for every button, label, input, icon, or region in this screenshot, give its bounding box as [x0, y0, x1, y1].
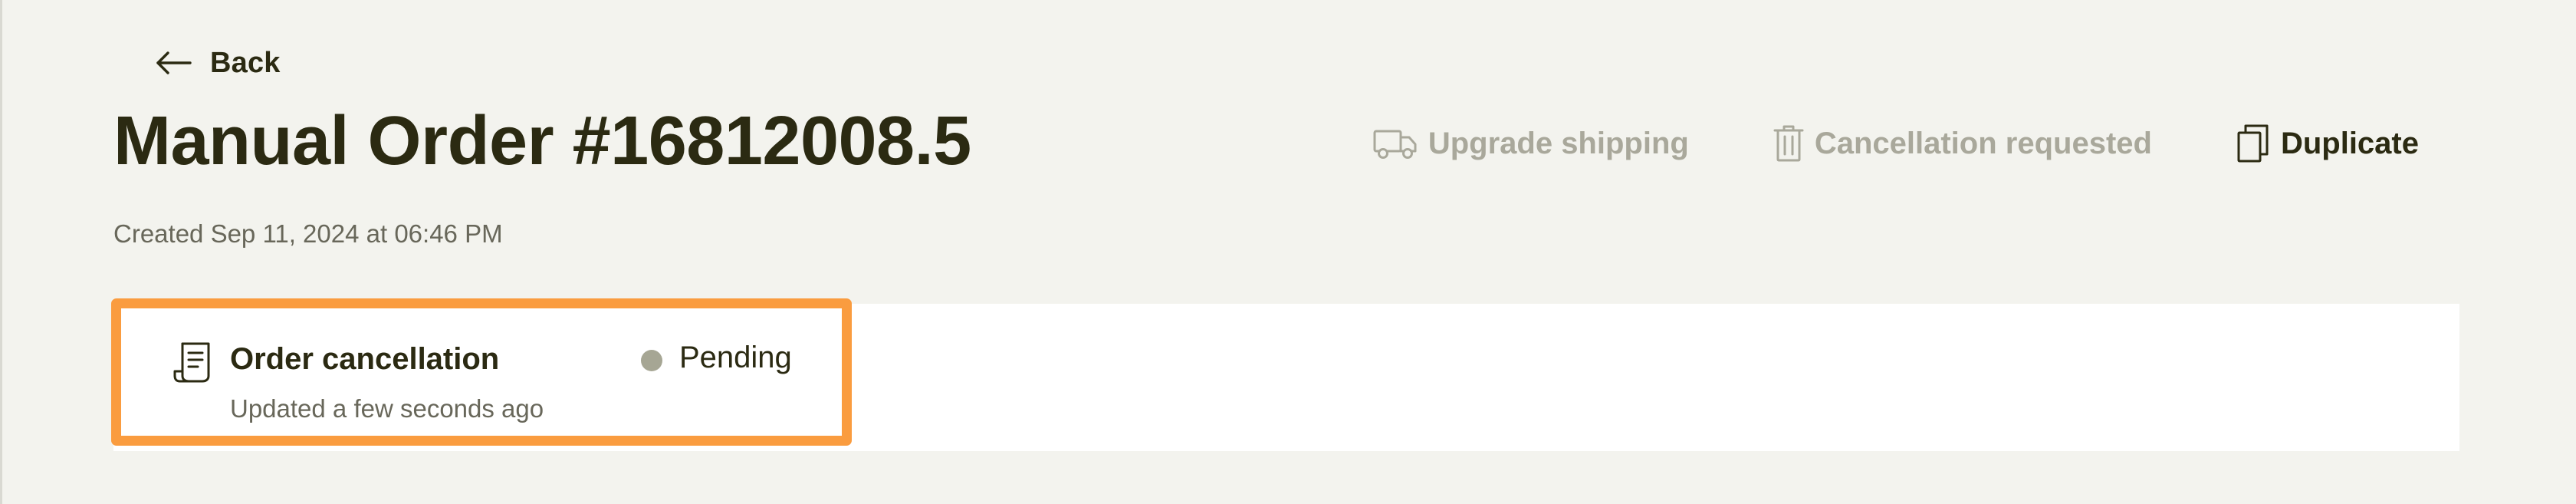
duplicate-label: Duplicate	[2280, 126, 2419, 160]
page-title: Manual Order #16812008.5	[113, 103, 971, 180]
status-badge: Pending	[641, 341, 792, 375]
truck-icon	[1373, 130, 1417, 159]
duplicate-button[interactable]: Duplicate	[2236, 124, 2419, 163]
upgrade-shipping-button[interactable]: Upgrade shipping	[1373, 127, 1689, 161]
created-timestamp: Created Sep 11, 2024 at 06:46 PM	[113, 219, 503, 248]
arrow-left-icon	[156, 51, 192, 74]
card-title: Order cancellation	[230, 342, 500, 376]
copy-icon	[2237, 124, 2269, 163]
back-button[interactable]: Back	[155, 43, 281, 83]
status-dot	[641, 349, 662, 371]
status-label: Pending	[679, 341, 792, 374]
order-cancellation-card[interactable]: Order cancellation Updated a few seconds…	[111, 298, 852, 446]
header-actions: Upgrade shipping Cancellation requested …	[1373, 117, 2419, 170]
cancellation-requested-label: Cancellation requested	[1814, 126, 2152, 160]
receipt-icon	[173, 342, 210, 383]
window-edge	[0, 0, 2, 504]
cancellation-requested-button[interactable]: Cancellation requested	[1773, 124, 2152, 163]
upgrade-shipping-label: Upgrade shipping	[1428, 126, 1689, 160]
card-updated-text: Updated a few seconds ago	[230, 394, 544, 423]
back-label: Back	[210, 46, 281, 79]
trash-icon	[1773, 125, 1804, 162]
